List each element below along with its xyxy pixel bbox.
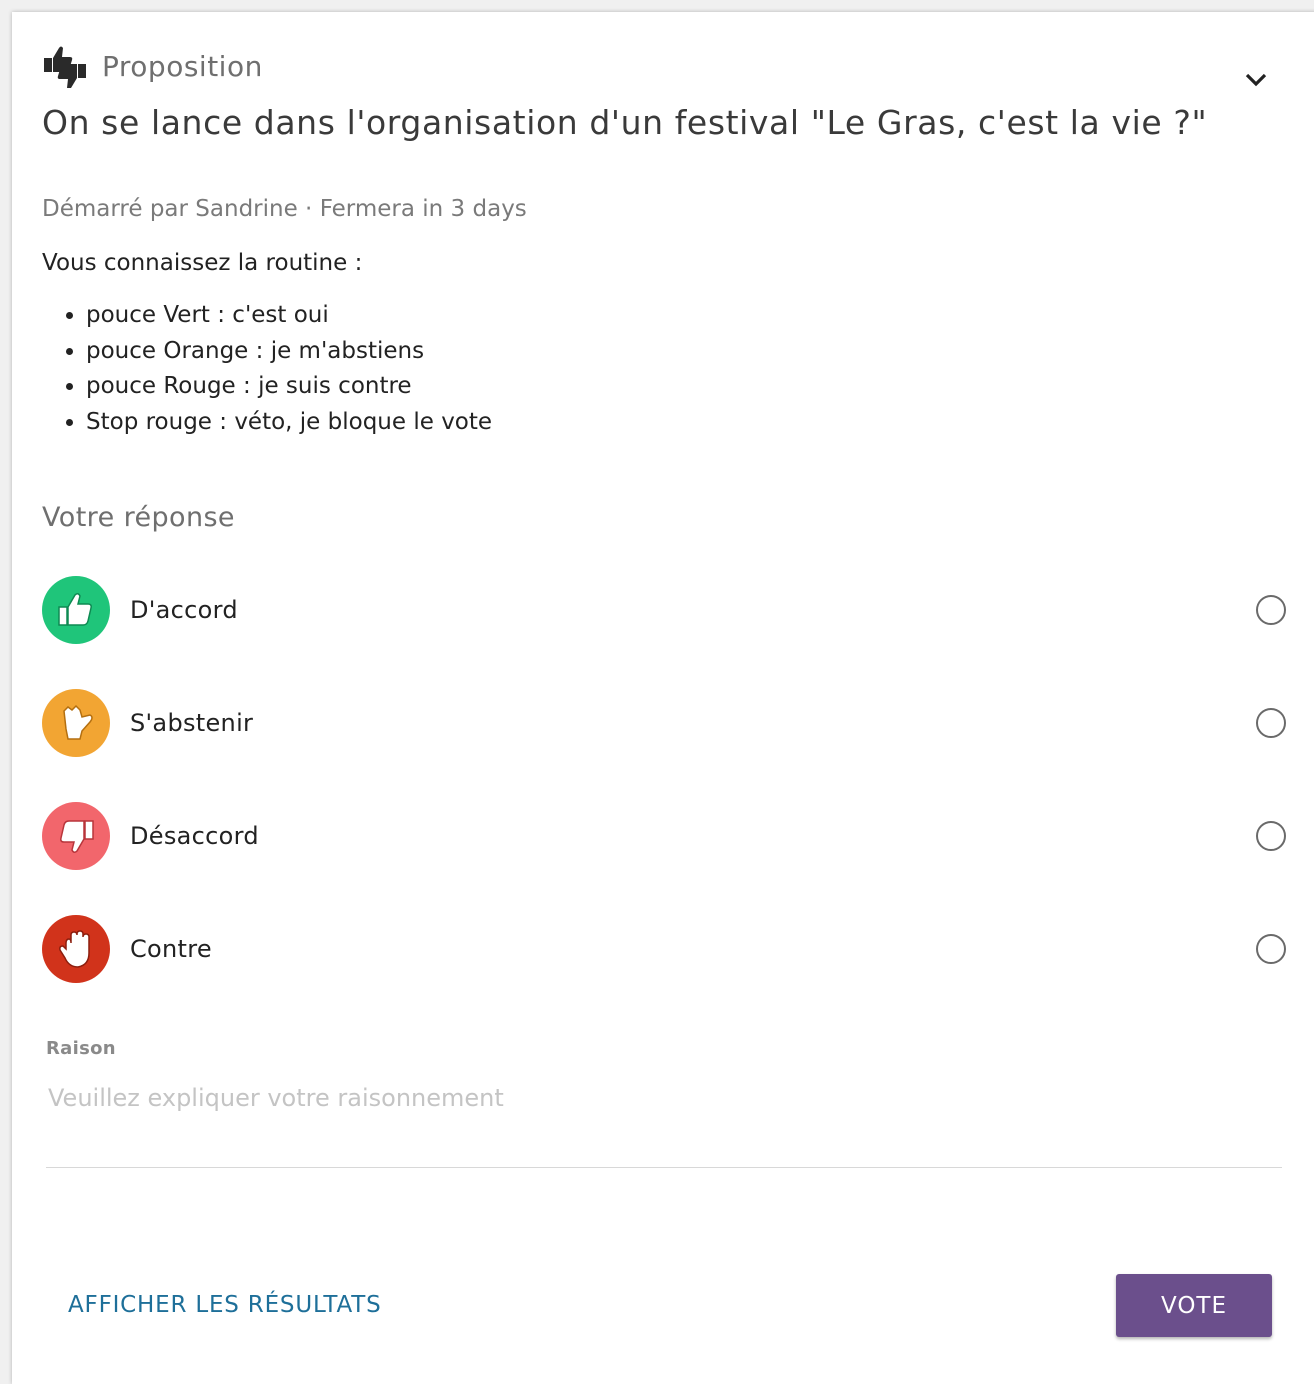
list-item: pouce Rouge : je suis contre <box>86 369 492 405</box>
radio-abstain[interactable] <box>1256 708 1286 738</box>
author-link[interactable]: Sandrine <box>195 196 297 222</box>
reason-label: Raison <box>46 1038 116 1059</box>
radio-block[interactable] <box>1256 934 1286 964</box>
thumbs-up-icon <box>42 576 110 644</box>
list-item: Stop rouge : véto, je bloque le vote <box>86 405 492 441</box>
chevron-down-icon[interactable] <box>1240 64 1272 96</box>
hand-abstain-icon <box>42 689 110 757</box>
thumbs-down-icon <box>42 802 110 870</box>
poll-type-label: Proposition <box>102 49 263 83</box>
response-section-label: Votre réponse <box>42 502 235 533</box>
show-results-button[interactable]: AFFICHER LES RÉSULTATS <box>68 1292 381 1318</box>
option-abstain[interactable]: S'abstenir <box>42 685 1292 761</box>
poll-title: On se lance dans l'organisation d'un fes… <box>42 103 1208 142</box>
meta-separator: · <box>297 196 320 222</box>
radio-agree[interactable] <box>1256 595 1286 625</box>
poll-card: Proposition On se lance dans l'organisat… <box>12 12 1314 1384</box>
option-block[interactable]: Contre <box>42 911 1292 987</box>
closing-time: Fermera in 3 days <box>319 196 527 222</box>
option-label: D'accord <box>130 596 238 624</box>
option-label: Contre <box>130 935 212 963</box>
poll-header: Proposition <box>42 44 263 88</box>
stop-hand-icon <box>42 915 110 983</box>
option-disagree[interactable]: Désaccord <box>42 798 1292 874</box>
reason-textarea[interactable] <box>46 1078 1282 1168</box>
vote-button[interactable]: VOTE <box>1116 1274 1272 1337</box>
poll-description: Vous connaissez la routine : <box>42 250 363 276</box>
radio-disagree[interactable] <box>1256 821 1286 851</box>
option-agree[interactable]: D'accord <box>42 572 1292 648</box>
rules-list: pouce Vert : c'est oui pouce Orange : je… <box>58 298 492 440</box>
list-item: pouce Vert : c'est oui <box>86 298 492 334</box>
option-label: S'abstenir <box>130 709 254 737</box>
meta-prefix: Démarré par <box>42 196 196 222</box>
option-label: Désaccord <box>130 822 259 850</box>
poll-meta: Démarré par Sandrine · Fermera in 3 days <box>42 196 527 222</box>
thumbs-up-down-icon <box>44 46 86 88</box>
list-item: pouce Orange : je m'abstiens <box>86 334 492 370</box>
